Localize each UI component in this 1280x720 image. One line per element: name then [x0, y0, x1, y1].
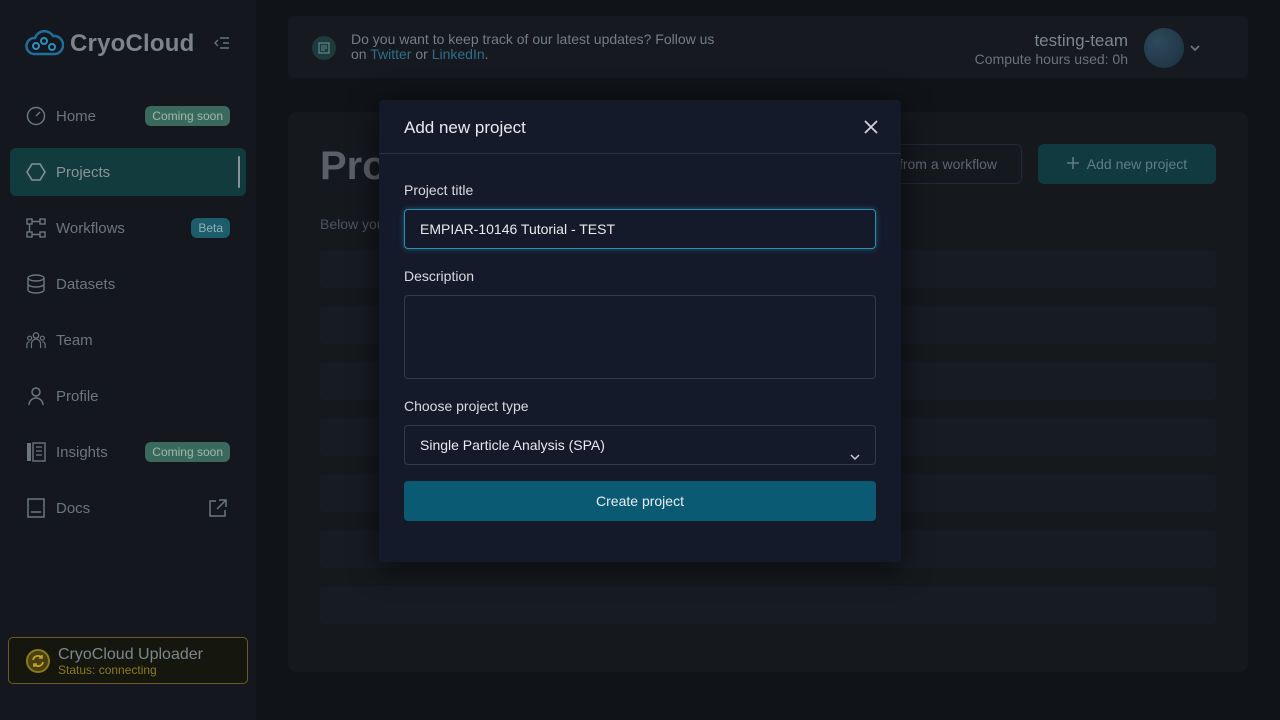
sidebar-item-label: Home: [56, 107, 97, 125]
create-project-button[interactable]: Create project: [404, 481, 876, 521]
sidebar-item-label: Docs: [56, 499, 91, 517]
sidebar-item-label: Workflows: [56, 219, 125, 237]
updates-message: Do you want to keep track of our latest …: [351, 32, 731, 62]
logo[interactable]: CryoCloud: [24, 28, 194, 60]
uploader-status-card[interactable]: CryoCloud Uploader Status: connecting: [8, 637, 248, 684]
page-subtitle: Below you: [320, 216, 385, 232]
sidebar-item-label: Profile: [56, 387, 99, 405]
beta-badge: Beta: [191, 218, 230, 238]
plus-icon: [1066, 156, 1079, 172]
sidebar-item-docs[interactable]: Docs: [10, 484, 246, 532]
page-title: Pro: [320, 144, 387, 188]
modal-header: Add new project: [379, 100, 901, 154]
sidebar-item-label: Insights: [56, 443, 108, 461]
add-new-project-label: Add new project: [1086, 156, 1188, 172]
sidebar-item-profile[interactable]: Profile: [10, 372, 246, 420]
sync-icon: [25, 648, 51, 674]
chevron-down-icon[interactable]: [1188, 41, 1202, 55]
uploader-status: Status: connecting: [58, 663, 157, 677]
sidebar-item-label: Projects: [56, 163, 111, 181]
close-icon[interactable]: [862, 118, 880, 136]
sidebar-item-insights[interactable]: Insights Coming soon: [10, 428, 246, 476]
compute-hours: Compute hours used: 0h: [974, 51, 1128, 67]
or-text: or: [411, 46, 432, 62]
uploader-title: CryoCloud Uploader: [58, 646, 203, 663]
linkedin-link[interactable]: LinkedIn: [432, 46, 485, 62]
sidebar-item-home[interactable]: Home Coming soon: [10, 92, 246, 140]
sidebar-item-label: Team: [56, 331, 93, 349]
project-type-value: Single Particle Analysis (SPA): [420, 437, 605, 453]
sidebar-item-projects[interactable]: Projects: [10, 148, 246, 196]
hexagon-icon: [26, 162, 46, 182]
table-row: [320, 586, 1216, 624]
gauge-icon: [26, 106, 46, 126]
top-header: Do you want to keep track of our latest …: [288, 16, 1248, 78]
add-project-modal: Add new project Project title EMPIAR-101…: [379, 100, 901, 562]
book-icon: [26, 498, 46, 518]
project-type-label: Choose project type: [404, 398, 529, 414]
period-text: .: [484, 46, 489, 62]
collapse-sidebar-icon[interactable]: [214, 36, 234, 54]
sidebar-item-label: Datasets: [56, 275, 116, 293]
team-name: testing-team: [1034, 31, 1128, 50]
coming-soon-badge: Coming soon: [145, 442, 230, 462]
external-link-icon[interactable]: [208, 498, 228, 518]
user-icon: [26, 386, 46, 406]
sidebar: CryoCloud Home Coming soon Projects Work…: [0, 0, 256, 720]
workflow-icon: [26, 218, 46, 238]
description-textarea[interactable]: [404, 295, 876, 379]
add-new-project-button[interactable]: Add new project: [1038, 144, 1216, 184]
team-icon: [26, 330, 46, 350]
project-type-select[interactable]: Single Particle Analysis (SPA): [404, 425, 876, 465]
sidebar-item-datasets[interactable]: Datasets: [10, 260, 246, 308]
chevron-down-icon: [849, 439, 861, 461]
sidebar-item-workflows[interactable]: Workflows Beta: [10, 204, 246, 252]
modal-title: Add new project: [404, 118, 526, 137]
project-title-label: Project title: [404, 182, 474, 198]
insights-icon: [26, 442, 46, 462]
database-icon: [26, 274, 46, 294]
news-icon: [312, 36, 336, 60]
sidebar-item-team[interactable]: Team: [10, 316, 246, 364]
project-title-input[interactable]: EMPIAR-10146 Tutorial - TEST: [404, 209, 876, 249]
description-label: Description: [404, 268, 475, 284]
avatar[interactable]: [1144, 28, 1184, 68]
cloud-logo-icon: [25, 29, 64, 56]
brand-name: CryoCloud: [70, 30, 195, 57]
twitter-link[interactable]: Twitter: [370, 46, 411, 62]
coming-soon-badge: Coming soon: [145, 106, 230, 126]
